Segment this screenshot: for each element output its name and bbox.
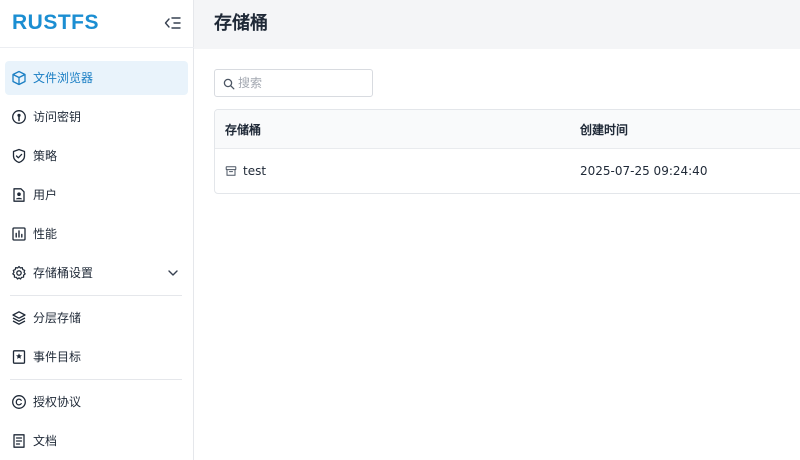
bucket-created-time: 2025-07-25 09:24:40 xyxy=(580,164,708,178)
page-header: 存储桶 xyxy=(194,0,800,49)
sidebar-item-label: 授权协议 xyxy=(33,395,82,409)
sidebar-item-policies[interactable]: 策略 xyxy=(5,139,188,173)
bookmark-star-icon xyxy=(12,350,26,364)
sidebar-item-label: 策略 xyxy=(33,149,58,163)
sidebar-item-license[interactable]: 授权协议 xyxy=(5,385,188,419)
sidebar-item-label: 分层存储 xyxy=(33,311,82,325)
key-circle-icon xyxy=(12,110,26,124)
chevron-down-icon xyxy=(168,270,178,276)
collapse-sidebar-button[interactable] xyxy=(164,15,182,31)
buckets-table: 存储桶 创建时间 test 2025-07-25 09:24:40 xyxy=(214,109,800,194)
sidebar: RUSTFS 文件浏览器 访问密钥 策略 用户 性能 存储桶设置 分层存储 事件… xyxy=(0,0,194,460)
shield-check-icon xyxy=(12,148,26,164)
logo-row: RUSTFS xyxy=(0,0,194,48)
sidebar-item-label: 文件浏览器 xyxy=(33,71,94,85)
search-input[interactable] xyxy=(238,74,368,92)
sidebar-item-performance[interactable]: 性能 xyxy=(5,217,188,251)
copyright-icon xyxy=(12,395,26,409)
sidebar-item-event-targets[interactable]: 事件目标 xyxy=(5,340,188,374)
sidebar-item-file-browser[interactable]: 文件浏览器 xyxy=(5,61,188,95)
sidebar-divider xyxy=(10,379,182,380)
collapse-menu-icon xyxy=(164,17,181,29)
page-title: 存储桶 xyxy=(214,13,268,34)
column-header-bucket[interactable]: 存储桶 xyxy=(225,122,261,138)
sidebar-item-tiered-storage[interactable]: 分层存储 xyxy=(5,301,188,335)
search-icon xyxy=(223,78,235,90)
table-row[interactable]: test 2025-07-25 09:24:40 xyxy=(215,149,800,193)
sidebar-item-bucket-settings[interactable]: 存储桶设置 xyxy=(5,256,188,290)
user-file-icon xyxy=(13,188,25,202)
table-header: 存储桶 创建时间 xyxy=(215,110,800,149)
bucket-name[interactable]: test xyxy=(243,163,266,179)
cube-icon xyxy=(12,70,26,86)
document-icon xyxy=(13,434,25,448)
sidebar-item-label: 存储桶设置 xyxy=(33,266,94,280)
search-box[interactable] xyxy=(214,69,373,97)
logo: RUSTFS xyxy=(12,11,99,34)
sidebar-item-label: 性能 xyxy=(33,227,58,241)
sidebar-item-label: 用户 xyxy=(33,188,58,202)
gear-icon xyxy=(12,265,26,280)
layers-icon xyxy=(12,311,26,325)
sidebar-item-label: 文档 xyxy=(33,434,58,448)
column-header-created[interactable]: 创建时间 xyxy=(580,122,628,138)
sidebar-item-label: 事件目标 xyxy=(33,350,82,364)
sidebar-divider xyxy=(10,295,182,296)
sidebar-item-label: 访问密钥 xyxy=(33,110,82,124)
archive-icon xyxy=(225,166,237,176)
sidebar-item-users[interactable]: 用户 xyxy=(5,178,188,212)
sidebar-item-docs[interactable]: 文档 xyxy=(5,424,188,458)
bar-chart-icon xyxy=(12,227,26,241)
sidebar-item-access-keys[interactable]: 访问密钥 xyxy=(5,100,188,134)
